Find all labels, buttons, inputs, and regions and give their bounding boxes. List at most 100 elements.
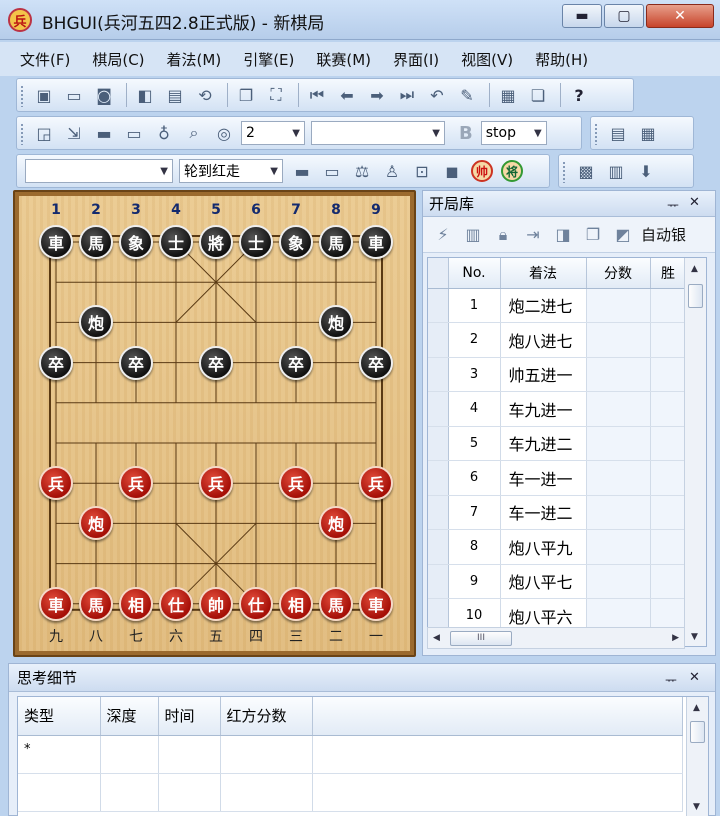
next-move-icon[interactable]: ➡ [364, 82, 390, 108]
black-piece[interactable]: 士 [159, 225, 193, 259]
scroll-down-icon[interactable]: ▼ [693, 802, 700, 812]
xiangqi-board[interactable]: 123456789 九八七六五四三二一 車馬象士將士象馬車炮炮卒卒卒卒卒兵兵兵兵… [19, 196, 410, 651]
red-piece[interactable]: 帥 [199, 586, 233, 621]
table-row[interactable]: 6 车一进一 [428, 460, 687, 496]
help-icon[interactable]: ? [566, 82, 592, 108]
analyze-icon[interactable]: ✎ [454, 82, 480, 108]
red-piece[interactable]: 車 [39, 586, 73, 621]
toolbar-grip[interactable] [594, 123, 598, 145]
table-row[interactable]: 1 炮二进七 [428, 288, 687, 323]
pin-icon[interactable]: ♁ [151, 120, 177, 146]
engine-load-icon[interactable]: ◲ [31, 120, 57, 146]
toolbar-grip[interactable] [20, 123, 24, 145]
vertical-scrollbar[interactable]: ▲ ▼ [686, 697, 708, 816]
delete-icon[interactable]: ⇥ [521, 222, 545, 248]
black-piece[interactable]: 象 [119, 225, 153, 259]
engine-export-icon[interactable]: ⇲ [61, 120, 87, 146]
red-piece[interactable]: 相 [279, 586, 313, 621]
menu-engine[interactable]: 引擎(E) [243, 49, 294, 70]
turn-select[interactable]: 轮到红走 ▼ [179, 159, 283, 183]
red-piece[interactable]: 兵 [119, 466, 153, 501]
pin-icon[interactable]: ᅲ [667, 195, 679, 214]
black-piece[interactable]: 車 [39, 225, 73, 259]
auto-label[interactable]: 自动银 [641, 224, 693, 245]
computer-red-icon[interactable]: ▬ [289, 158, 315, 184]
lightning-icon[interactable]: ⚡ [431, 222, 455, 248]
table-row[interactable] [18, 773, 683, 812]
table-row[interactable]: 2 炮八进七 [428, 322, 687, 358]
table-row[interactable]: 8 炮八平九 [428, 529, 687, 565]
red-piece[interactable]: 馬 [319, 586, 353, 621]
export-icon[interactable]: ◩ [611, 222, 635, 248]
close-button[interactable]: ✕ [646, 4, 714, 28]
shuai-icon[interactable]: 帅 [469, 158, 495, 184]
red-piece[interactable]: 兵 [279, 466, 313, 501]
black-piece[interactable]: 象 [279, 225, 313, 259]
toolbar-grip[interactable] [20, 85, 24, 107]
menu-interface[interactable]: 界面(I) [393, 49, 439, 70]
search-icon[interactable]: ⌕ [181, 120, 207, 146]
column-header-pv[interactable] [312, 697, 683, 736]
close-icon[interactable]: ✕ [689, 195, 700, 210]
window-icon[interactable]: ❏ [525, 82, 551, 108]
notation-icon[interactable]: ▥ [603, 158, 629, 184]
lock-icon[interactable]: 🔒︎ [491, 222, 515, 248]
computer-black-icon[interactable]: ▭ [319, 158, 345, 184]
menu-league[interactable]: 联赛(M) [316, 49, 371, 70]
pin-icon[interactable]: ᅲ [665, 670, 677, 689]
column-header-win[interactable]: 胜 [650, 258, 687, 289]
menu-moves[interactable]: 着法(M) [167, 49, 222, 70]
menu-file[interactable]: 文件(F) [20, 49, 70, 70]
black-piece[interactable]: 馬 [79, 225, 113, 259]
column-header-time[interactable]: 时间 [158, 697, 221, 736]
computer-icon[interactable]: ▬ [91, 120, 117, 146]
column-header-score[interactable]: 分数 [586, 258, 651, 289]
table-row[interactable]: 3 帅五进一 [428, 357, 687, 392]
vertical-scrollbar[interactable]: ▲ ▼ [684, 258, 706, 646]
prev-move-icon[interactable]: ⬅ [334, 82, 360, 108]
database-icon[interactable]: ▥ [461, 222, 485, 248]
jiang-icon[interactable]: 将 [499, 158, 525, 184]
last-move-icon[interactable]: ⏭ [394, 82, 420, 108]
scroll-up-icon[interactable]: ▲ [691, 264, 698, 274]
column-header-no[interactable]: No. [448, 258, 501, 289]
red-piece[interactable]: 兵 [359, 466, 393, 501]
black-piece[interactable]: 卒 [119, 345, 153, 380]
print-icon[interactable]: ▤ [162, 82, 188, 108]
capture-icon[interactable]: ⛶ [263, 82, 289, 108]
board-edit-icon[interactable]: ◧ [132, 82, 158, 108]
scroll-thumb[interactable] [688, 284, 703, 308]
maximize-button[interactable]: ▢ [604, 4, 644, 28]
merge-icon[interactable]: ❐ [581, 222, 605, 248]
undo-icon[interactable]: ↶ [424, 82, 450, 108]
app-icon[interactable]: 兵 [8, 8, 32, 32]
red-piece[interactable]: 仕 [239, 586, 273, 621]
black-piece[interactable]: 馬 [319, 225, 353, 259]
table-view-icon[interactable]: ▤ [605, 120, 631, 146]
board-grid-icon[interactable]: ▩ [573, 158, 599, 184]
column-header-type[interactable]: 类型 [18, 697, 101, 736]
red-piece[interactable]: 仕 [159, 586, 193, 621]
red-piece[interactable]: 馬 [79, 586, 113, 621]
record-icon[interactable]: ◼ [439, 158, 465, 184]
first-move-icon[interactable]: ⏮ [304, 82, 330, 108]
flip-board-icon[interactable]: ⟲ [192, 82, 218, 108]
person-icon[interactable]: ♙ [379, 158, 405, 184]
red-piece[interactable]: 兵 [39, 466, 73, 501]
bold-b-icon[interactable]: B [459, 123, 473, 144]
table-row[interactable]: 4 车九进一 [428, 391, 687, 427]
black-piece[interactable]: 卒 [199, 345, 233, 380]
black-piece[interactable]: 卒 [279, 345, 313, 380]
menu-game[interactable]: 棋局(C) [92, 49, 144, 70]
board-image-icon[interactable]: ▦ [495, 82, 521, 108]
stop-select[interactable]: stop ▼ [480, 121, 547, 145]
red-piece[interactable]: 車 [359, 586, 393, 621]
black-piece[interactable]: 卒 [359, 345, 393, 380]
column-header-depth[interactable]: 深度 [100, 697, 159, 736]
scroll-up-icon[interactable]: ▲ [693, 703, 700, 713]
engine-select[interactable]: ▼ [311, 121, 445, 145]
table-row[interactable]: 5 车九进二 [428, 426, 687, 461]
scroll-thumb[interactable] [690, 721, 705, 743]
minimize-button[interactable]: ▬ [562, 4, 602, 28]
toolbar-grip[interactable] [562, 161, 566, 183]
